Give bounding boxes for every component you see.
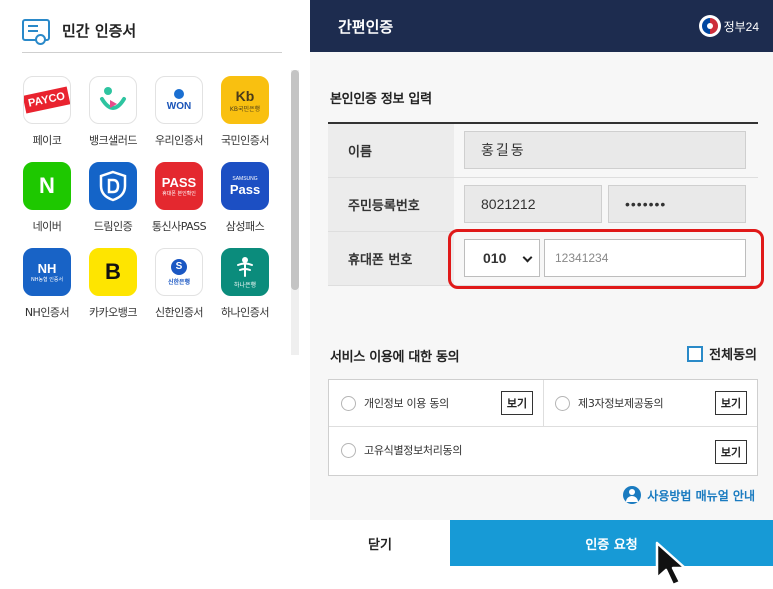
app-label: 하나인증서 <box>220 306 270 319</box>
header-title: 간편인증 <box>338 17 394 36</box>
agree-privacy-radio[interactable]: 개인정보 이용 동의 <box>341 395 449 411</box>
shinhan-icon: S 신한은행 <box>155 248 203 296</box>
app-nh[interactable]: NH NH농협 인증서 NH인증서 <box>14 248 80 320</box>
dream-shield-icon <box>89 162 137 210</box>
view-privacy-button[interactable]: 보기 <box>501 391 533 415</box>
app-label: 뱅크샐러드 <box>88 134 138 147</box>
app-label: 드림인증 <box>93 220 133 233</box>
samsung-pass-icon: SAMSUNG Pass <box>221 162 269 210</box>
cert-app-list: PAYCO 페이코 뱅크샐러드 WON 우리인증서 Kb KB국민은행 국민인증… <box>0 62 300 357</box>
close-button[interactable]: 닫기 <box>310 520 450 566</box>
simple-auth-header: 간편인증 정부24 <box>310 0 773 52</box>
kakaobank-icon: B <box>89 248 137 296</box>
app-label: 통신사PASS <box>151 220 207 233</box>
app-kb[interactable]: Kb KB국민은행 국민인증서 <box>212 76 278 148</box>
app-samsung-pass[interactable]: SAMSUNG Pass 삼성패스 <box>212 162 278 234</box>
checkbox-icon <box>687 345 704 362</box>
agree-privacy-label: 개인정보 이용 동의 <box>364 397 449 410</box>
view-unique-id-button[interactable]: 보기 <box>715 440 747 464</box>
app-naver[interactable]: N 네이버 <box>14 162 80 234</box>
name-field[interactable]: 홍길동 <box>464 131 746 169</box>
app-banksalad[interactable]: 뱅크샐러드 <box>80 76 146 148</box>
hana-icon: 하나은행 <box>221 248 269 296</box>
view-third-party-button[interactable]: 보기 <box>715 391 747 415</box>
app-kakaobank[interactable]: B 카카오뱅크 <box>80 248 146 320</box>
app-pass[interactable]: PASS 휴대폰 본인확인 통신사PASS <box>146 162 212 234</box>
agree-unique-id-label: 고유식별정보처리동의 <box>364 444 463 457</box>
rrn-label: 주민등록번호 <box>328 178 454 231</box>
agree-third-party-radio[interactable]: 제3자정보제공동의 <box>555 395 664 411</box>
agreement-box: 개인정보 이용 동의 보기 제3자정보제공동의 보기 고유식별정보처리동의 보기 <box>328 379 758 476</box>
scrollbar-thumb[interactable] <box>291 70 299 290</box>
app-hana[interactable]: 하나은행 하나인증서 <box>212 248 278 320</box>
private-cert-header: 민간 인증서 <box>22 14 136 46</box>
agree-all-checkbox[interactable]: 전체동의 <box>687 344 757 363</box>
app-woori[interactable]: WON 우리인증서 <box>146 76 212 148</box>
radio-icon <box>341 395 356 411</box>
phone-highlight-annotation <box>448 229 764 289</box>
app-payco[interactable]: PAYCO 페이코 <box>14 76 80 148</box>
agreement-section-title: 서비스 이용에 대한 동의 <box>330 350 460 365</box>
app-label: 신한인증서 <box>154 306 204 319</box>
auth-request-button[interactable]: 인증 요청 <box>450 520 773 566</box>
private-cert-panel: 민간 인증서 PAYCO 페이코 뱅크샐러드 WON 우리인증서 Kb KB국민… <box>0 0 310 589</box>
app-dream[interactable]: 드림인증 <box>80 162 146 234</box>
nh-icon: NH NH농협 인증서 <box>23 248 71 296</box>
banksalad-icon <box>89 76 137 124</box>
gov24-text: 정부24 <box>723 19 759 34</box>
agreement-column-divider <box>543 380 544 427</box>
agree-third-party-label: 제3자정보제공동의 <box>578 397 664 410</box>
app-label: 카카오뱅크 <box>88 306 138 319</box>
name-row: 이름 홍길동 <box>328 124 758 178</box>
app-label: 네이버 <box>32 220 62 233</box>
private-cert-title: 민간 인증서 <box>62 21 137 40</box>
agree-all-label: 전체동의 <box>709 348 757 363</box>
woori-won-icon: WON <box>155 76 203 124</box>
app-label: 국민인증서 <box>220 134 270 147</box>
gov-emblem-icon <box>698 15 721 37</box>
app-label: 삼성패스 <box>225 220 265 233</box>
rrn-back-field[interactable]: ••••••• <box>608 185 746 223</box>
manual-guide-label: 사용방법 매뉴얼 안내 <box>647 488 755 503</box>
naver-icon: N <box>23 162 71 210</box>
name-label: 이름 <box>328 124 454 177</box>
rrn-front-field[interactable]: 8021212 <box>464 185 602 223</box>
manual-guide-link[interactable]: 사용방법 매뉴얼 안내 <box>623 486 755 504</box>
header-divider <box>22 52 282 53</box>
agree-unique-id-radio[interactable]: 고유식별정보처리동의 <box>341 442 463 458</box>
pass-icon: PASS 휴대폰 본인확인 <box>155 162 203 210</box>
radio-icon <box>555 395 570 411</box>
app-label: 우리인증서 <box>154 134 204 147</box>
kb-icon: Kb KB국민은행 <box>221 76 269 124</box>
phone-label: 휴대폰 번호 <box>328 232 454 285</box>
app-shinhan[interactable]: S 신한은행 신한인증서 <box>146 248 212 320</box>
certificate-icon <box>22 19 50 45</box>
radio-icon <box>341 442 356 458</box>
app-label: NH인증서 <box>24 306 70 319</box>
rrn-row: 주민등록번호 8021212 ••••••• <box>328 178 758 232</box>
info-section-title: 본인인증 정보 입력 <box>330 92 432 107</box>
gov24-logo: 정부24 <box>698 14 759 38</box>
app-label: 페이코 <box>32 134 62 147</box>
person-icon <box>623 486 642 504</box>
payco-icon: PAYCO <box>23 76 71 124</box>
